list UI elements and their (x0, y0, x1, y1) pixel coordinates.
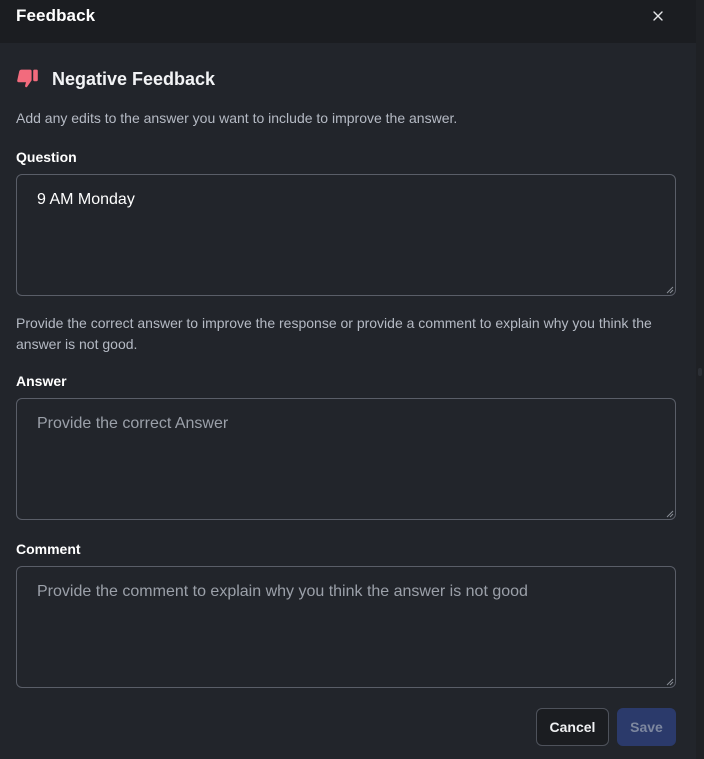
answer-label: Answer (16, 373, 67, 389)
close-button[interactable] (646, 4, 670, 28)
answer-instructions: Provide the correct answer to improve th… (16, 315, 652, 352)
feedback-heading: Negative Feedback (16, 66, 215, 92)
resize-handle-icon[interactable] (664, 284, 674, 294)
resize-handle-icon[interactable] (664, 508, 674, 518)
comment-label: Comment (16, 541, 81, 557)
question-textarea[interactable]: 9 AM Monday (16, 174, 676, 296)
feedback-instructions: Add any edits to the answer you want to … (16, 110, 458, 126)
dialog-title: Feedback (16, 6, 96, 25)
thumbs-down-icon (17, 69, 38, 88)
close-icon (653, 11, 663, 21)
scrollbar-thumb[interactable] (698, 368, 702, 376)
answer-textarea[interactable] (16, 398, 676, 520)
comment-textarea[interactable] (16, 566, 676, 688)
dialog-header: Feedback (0, 0, 696, 43)
save-button[interactable]: Save (617, 708, 676, 746)
feedback-title: Negative Feedback (52, 68, 216, 89)
question-label: Question (16, 149, 77, 165)
cancel-button[interactable]: Cancel (536, 708, 609, 746)
feedback-dialog: Feedback Negative Feedback Add any edits… (0, 0, 704, 759)
scrollbar[interactable] (696, 0, 704, 759)
resize-handle-icon[interactable] (664, 676, 674, 686)
